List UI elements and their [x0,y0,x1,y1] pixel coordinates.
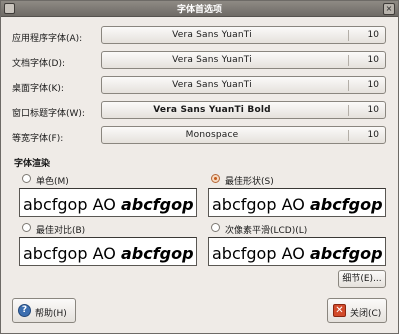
application-font-size: 10 [367,30,379,40]
application-font-name: Vera Sans YuanTi [172,30,252,40]
title-bar[interactable]: 字体首选项 × [1,1,398,17]
separator [348,30,349,41]
fixed-width-font-button[interactable]: Monospace 10 [101,126,386,144]
help-button[interactable]: ? 帮助(H) [12,298,76,323]
desktop-font-size: 10 [367,80,379,90]
document-font-button[interactable]: Vera Sans YuanTi 10 [101,51,386,69]
fixed-width-font-name: Monospace [185,130,239,140]
monochrome-label: 单色(M) [36,177,69,187]
desktop-font-name: Vera Sans YuanTi [172,80,252,90]
subpixel-sample[interactable]: abcfgop AO abcfgop [208,237,386,266]
help-button-label: 帮助(H) [35,309,67,319]
window-title-font-label: 窗口标题字体(W): [12,109,85,119]
document-font-name: Vera Sans YuanTi [172,55,252,65]
separator [348,130,349,141]
desktop-font-button[interactable]: Vera Sans YuanTi 10 [101,76,386,94]
best-shapes-radio[interactable] [211,174,220,183]
details-button[interactable]: 细节(E)... [338,270,386,288]
subpixel-radio[interactable] [211,223,220,232]
sample-text: abcfgop AO abcfgop [212,195,383,214]
subpixel-label: 次像素平滑(LCD)(L) [225,226,308,236]
help-icon: ? [18,304,31,317]
sample-italic: abcfgop [120,195,194,214]
close-button[interactable]: ✕ 关闭(C) [327,298,387,323]
monochrome-sample[interactable]: abcfgop AO abcfgop [19,188,197,217]
window-title: 字体首选项 [176,5,222,15]
window-title-font-size: 10 [367,105,379,115]
application-font-label: 应用程序字体(A): [12,34,83,44]
font-preferences-window: 字体首选项 × 应用程序字体(A): Vera Sans YuanTi 10 文… [0,0,399,334]
monochrome-radio[interactable] [22,174,31,183]
fixed-width-font-size: 10 [367,130,379,140]
best-shapes-sample[interactable]: abcfgop AO abcfgop [208,188,386,217]
separator [348,105,349,116]
document-font-size: 10 [367,55,379,65]
best-shapes-label: 最佳形状(S) [225,177,274,187]
separator [348,55,349,66]
sample-italic: abcfgop [309,195,383,214]
window-title-font-name: Vera Sans YuanTi Bold [153,105,271,115]
close-button-label: 关闭(C) [350,309,382,319]
document-font-label: 文档字体(D): [12,59,65,69]
sample-regular: abcfgop AO [23,195,116,214]
sample-text: abcfgop AO abcfgop [23,195,194,214]
separator [348,80,349,91]
sample-italic: abcfgop [120,244,194,263]
window-close-icon[interactable]: × [383,3,395,15]
application-font-button[interactable]: Vera Sans YuanTi 10 [101,26,386,44]
close-icon: ✕ [333,304,346,317]
sample-italic: abcfgop [309,244,383,263]
best-contrast-label: 最佳对比(B) [36,226,86,236]
sample-text: abcfgop AO abcfgop [23,244,194,263]
best-contrast-radio[interactable] [22,223,31,232]
window-title-font-button[interactable]: Vera Sans YuanTi Bold 10 [101,101,386,119]
rendering-section-title: 字体渲染 [14,159,51,169]
best-contrast-sample[interactable]: abcfgop AO abcfgop [19,237,197,266]
sample-regular: abcfgop AO [212,195,305,214]
desktop-font-label: 桌面字体(K): [12,84,64,94]
sample-regular: abcfgop AO [212,244,305,263]
sample-text: abcfgop AO abcfgop [212,244,383,263]
fixed-width-font-label: 等宽字体(F): [12,134,64,144]
sample-regular: abcfgop AO [23,244,116,263]
